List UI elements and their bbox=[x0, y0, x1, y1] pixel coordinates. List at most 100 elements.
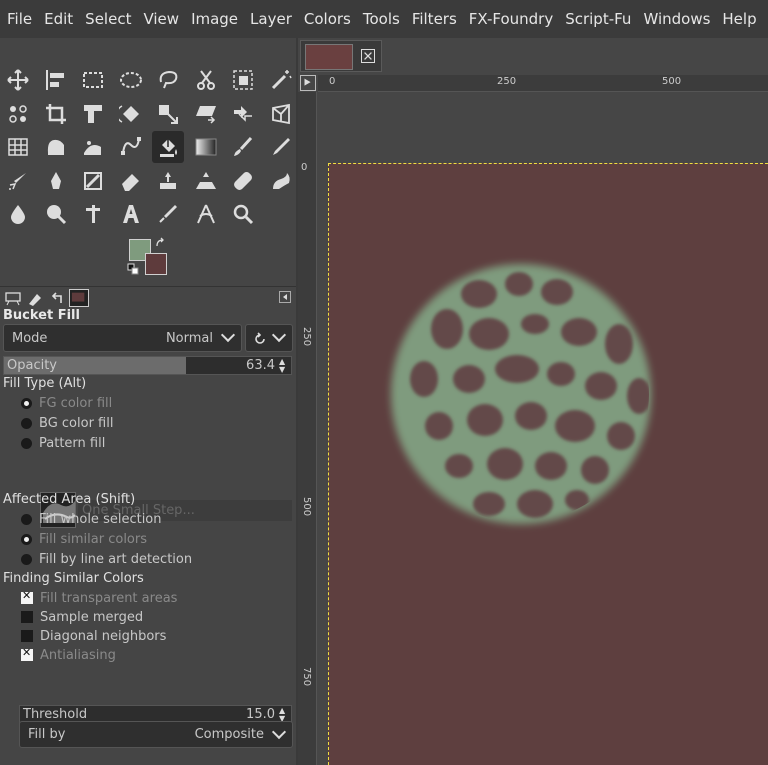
images-tab[interactable] bbox=[69, 289, 89, 307]
check-indicator[interactable] bbox=[21, 646, 33, 661]
tool-options-tab[interactable] bbox=[3, 289, 23, 307]
tool-bucket-fill[interactable] bbox=[152, 131, 184, 163]
tool-heal[interactable] bbox=[227, 165, 259, 197]
dock-tabs bbox=[0, 286, 296, 308]
radio-indicator[interactable] bbox=[21, 437, 32, 449]
tool-options-icon bbox=[5, 292, 21, 306]
tool-text[interactable] bbox=[115, 198, 147, 230]
spin-arrows-icon[interactable]: ▲ ▼ bbox=[279, 358, 289, 374]
fill-by-combo[interactable]: Fill by Composite bbox=[19, 721, 293, 748]
check-indicator[interactable] bbox=[21, 611, 33, 623]
vertical-ruler[interactable]: 0 250 500 750 bbox=[298, 92, 317, 765]
check-indicator[interactable] bbox=[21, 630, 33, 642]
crop-icon bbox=[45, 103, 66, 124]
menu-tools[interactable]: Tools bbox=[363, 10, 400, 28]
canvas-artwork bbox=[391, 264, 651, 524]
menu-colors[interactable]: Colors bbox=[304, 10, 351, 28]
tool-crop[interactable] bbox=[40, 98, 72, 130]
mode-combo[interactable]: Mode Normal bbox=[3, 324, 242, 352]
finding-antialiasing[interactable]: Antialiasing bbox=[21, 646, 116, 664]
menubar: File Edit Select View Image Layer Colors Tools F… bbox=[0, 0, 768, 38]
tool-warp[interactable] bbox=[40, 131, 72, 163]
smudge-icon bbox=[272, 172, 290, 189]
tool-by-color-select[interactable] bbox=[2, 98, 34, 130]
radio-indicator[interactable] bbox=[21, 533, 32, 545]
affected-area-fill-by-line-art-detection[interactable]: Fill by line art detection bbox=[21, 550, 192, 568]
tool-move[interactable] bbox=[2, 64, 34, 96]
finding-fill-transparent-areas[interactable]: Fill transparent areas bbox=[21, 589, 177, 607]
menu-layer[interactable]: Layer bbox=[250, 10, 292, 28]
tool-blur[interactable] bbox=[2, 198, 34, 230]
tool-paintbrush[interactable] bbox=[227, 131, 259, 163]
tool-measure[interactable] bbox=[190, 198, 222, 230]
default-colors-icon[interactable] bbox=[127, 263, 139, 275]
zoom-icon bbox=[233, 204, 254, 225]
menu-script-fu[interactable]: Script-Fu bbox=[565, 10, 631, 28]
opacity-spinner[interactable]: Opacity 63.4 ▲ ▼ bbox=[3, 356, 292, 375]
tool-ellipse-select[interactable] bbox=[115, 64, 147, 96]
affected-area-fill-whole-selection[interactable]: Fill whole selection bbox=[21, 510, 162, 528]
tool-align[interactable] bbox=[40, 64, 72, 96]
menu-image[interactable]: Image bbox=[191, 10, 238, 28]
tool-smudge[interactable] bbox=[265, 165, 297, 197]
tool-mypaint[interactable] bbox=[77, 165, 109, 197]
tool-dodge-burn[interactable] bbox=[40, 198, 72, 230]
menu-select[interactable]: Select bbox=[85, 10, 131, 28]
tool-free-select[interactable] bbox=[152, 64, 184, 96]
tool-text-tool[interactable] bbox=[77, 198, 109, 230]
tool-ink[interactable] bbox=[40, 165, 72, 197]
tool-rotate[interactable] bbox=[115, 98, 147, 130]
tool-scale[interactable] bbox=[152, 98, 184, 130]
tool-eraser[interactable] bbox=[115, 165, 147, 197]
tool-clone[interactable] bbox=[152, 165, 184, 197]
finding-label: Fill transparent areas bbox=[40, 590, 178, 606]
image-tab[interactable] bbox=[300, 40, 382, 72]
device-status-tab[interactable] bbox=[25, 289, 45, 307]
tool-perspective[interactable] bbox=[265, 98, 297, 130]
tool-shear[interactable] bbox=[190, 98, 222, 130]
radio-indicator[interactable] bbox=[21, 513, 32, 525]
finding-sample-merged[interactable]: Sample merged bbox=[21, 608, 143, 626]
paintbrush-icon bbox=[234, 136, 253, 156]
mode-reset-combo[interactable] bbox=[245, 324, 293, 352]
tool-pencil[interactable] bbox=[265, 131, 297, 163]
affected-area-fill-similar-colors[interactable]: Fill similar colors bbox=[21, 530, 147, 548]
tool-perspective-clone[interactable] bbox=[190, 165, 222, 197]
tool-path[interactable] bbox=[115, 131, 147, 163]
tool-unified-transform[interactable] bbox=[77, 98, 109, 130]
background-color[interactable] bbox=[145, 253, 167, 275]
menu-windows[interactable]: Windows bbox=[643, 10, 710, 28]
radio-indicator[interactable] bbox=[21, 417, 32, 429]
radio-indicator[interactable] bbox=[21, 553, 32, 565]
tool-gradient[interactable] bbox=[190, 131, 222, 163]
menu-filters[interactable]: Filters bbox=[412, 10, 457, 28]
menu-edit[interactable]: Edit bbox=[44, 10, 73, 28]
tool-handle-transform[interactable] bbox=[77, 131, 109, 163]
tool-airbrush[interactable] bbox=[2, 165, 34, 197]
tool-color-picker[interactable] bbox=[152, 198, 184, 230]
tool-rect-select[interactable] bbox=[77, 64, 109, 96]
tool-zoom[interactable] bbox=[227, 198, 259, 230]
dock-menu-icon[interactable] bbox=[279, 291, 291, 303]
undo-history-tab[interactable] bbox=[47, 289, 67, 307]
menu-fx-foundry[interactable]: FX-Foundry bbox=[469, 10, 553, 28]
tool-foreground-select[interactable] bbox=[227, 64, 259, 96]
close-icon[interactable] bbox=[361, 49, 375, 63]
quick-mask-toggle[interactable] bbox=[300, 75, 316, 91]
fill-type-fg-color-fill[interactable]: FG color fill bbox=[21, 394, 112, 412]
menu-file[interactable]: File bbox=[7, 10, 32, 28]
finding-diagonal-neighbors[interactable]: Diagonal neighbors bbox=[21, 627, 166, 645]
fill-type-bg-color-fill[interactable]: BG color fill bbox=[21, 414, 113, 432]
fill-type-pattern-fill[interactable]: Pattern fill bbox=[21, 434, 105, 452]
radio-indicator[interactable] bbox=[21, 397, 32, 409]
horizontal-ruler[interactable]: 0 250 500 bbox=[318, 75, 768, 92]
check-indicator[interactable] bbox=[21, 589, 33, 604]
image-canvas[interactable] bbox=[328, 163, 768, 765]
tool-scissors[interactable] bbox=[190, 64, 222, 96]
menu-help[interactable]: Help bbox=[722, 10, 756, 28]
swap-colors-icon[interactable] bbox=[155, 237, 167, 249]
tool-cage[interactable] bbox=[2, 131, 34, 163]
menu-view[interactable]: View bbox=[143, 10, 179, 28]
tool-flip[interactable] bbox=[227, 98, 259, 130]
tool-fuzzy-select[interactable] bbox=[265, 64, 297, 96]
